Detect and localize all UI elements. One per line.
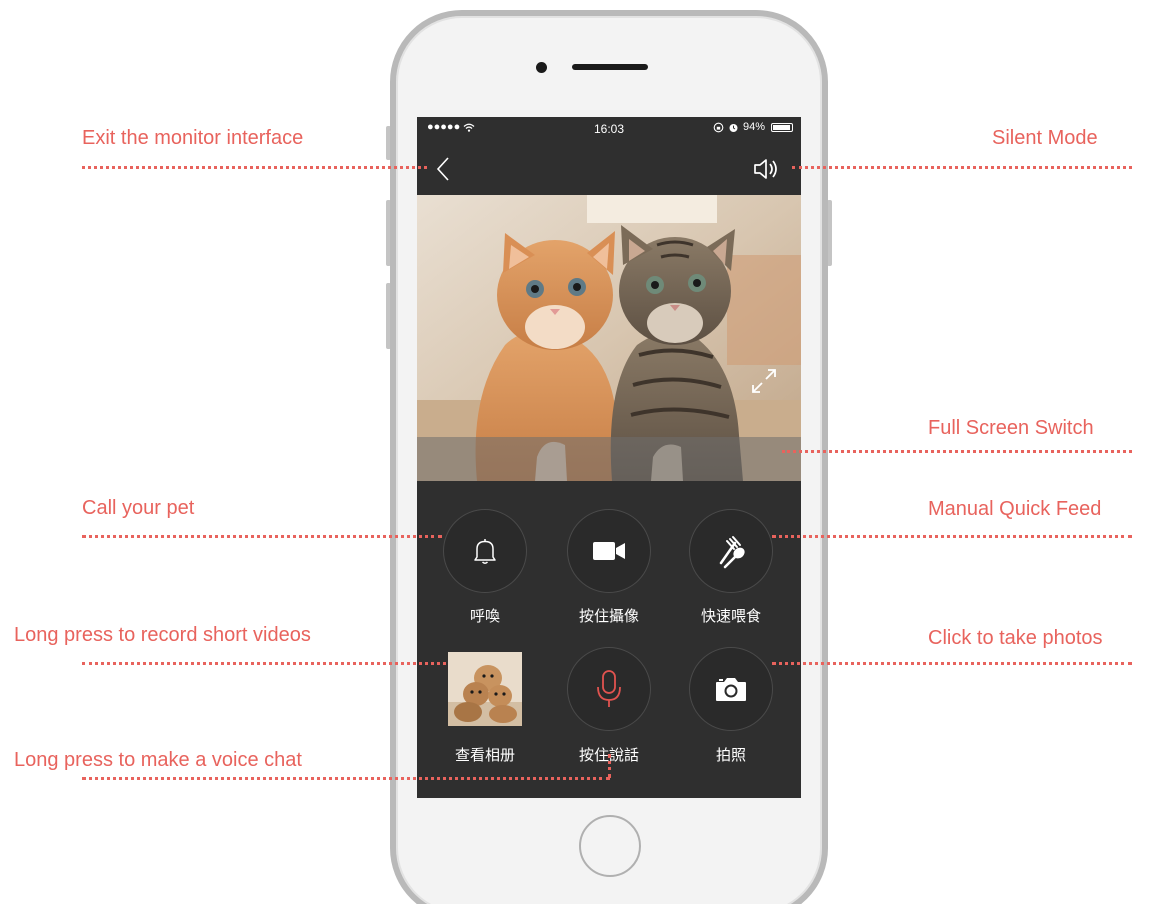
leader-line-voice [82,777,610,780]
nav-bar [417,141,801,195]
battery-icon [771,122,793,132]
annotation-call: Call your pet [82,497,195,519]
app-screen: ●●●●● 16:03 94% 呼喚 按住攝像 快速喂食 查看相册 按住說話 拍… [417,117,801,798]
expand-arrows-icon[interactable] [749,366,779,396]
video-feed[interactable] [417,195,801,481]
take-photo-button[interactable] [689,647,773,731]
alarm-icon [729,123,738,132]
status-bar: ●●●●● 16:03 94% [417,117,801,141]
annotation-voice: Long press to make a voice chat [14,749,302,771]
call-pet-label: 呼喚 [469,607,500,625]
annotation-exit: Exit the monitor interface [82,127,304,149]
annotation-record: Long press to record short videos [14,624,311,646]
leader-line-feed [772,535,1132,538]
speaker-icon[interactable] [751,155,781,183]
status-right: 94% [713,121,793,133]
stage: ●●●●● 16:03 94% 呼喚 按住攝像 快速喂食 查看相册 按住說話 拍… [0,0,1155,904]
leader-line-fullscreen [782,450,1132,453]
annotation-fullscreen: Full Screen Switch [928,417,1094,439]
quick-feed-button[interactable] [689,509,773,593]
home-button[interactable] [579,815,641,877]
battery-percent: 94% [742,121,765,133]
album-thumbnail[interactable] [448,652,522,726]
leader-line-call [82,535,442,538]
album-label: 查看相册 [454,746,515,764]
camera-icon [716,678,746,701]
take-photo-label: 拍照 [715,746,746,764]
leader-line-record [82,662,446,665]
bell-icon [474,539,496,564]
record-video-label: 按住攝像 [578,607,639,625]
call-pet-button[interactable] [443,509,527,593]
rotation-lock-icon [713,122,724,132]
annotation-silent: Silent Mode [992,127,1098,149]
record-video-button[interactable] [567,509,651,593]
talk-button[interactable] [567,647,651,731]
chevron-left-icon[interactable] [431,155,459,183]
video-control-strip [417,437,801,481]
annotation-feed: Manual Quick Feed [928,498,1102,520]
leader-line-silent [792,166,1132,169]
front-camera [536,62,547,73]
leader-line-voice-vertical [608,754,611,778]
fork-spoon-icon [719,536,745,569]
quick-feed-label: 快速喂食 [700,607,761,625]
microphone-icon [597,670,621,707]
leader-line-exit [82,166,427,169]
leader-line-photo [772,662,1132,665]
album-preview-image [448,652,522,726]
video-camera-icon [593,542,625,560]
annotation-photo: Click to take photos [928,627,1103,649]
earpiece-speaker [572,64,648,70]
